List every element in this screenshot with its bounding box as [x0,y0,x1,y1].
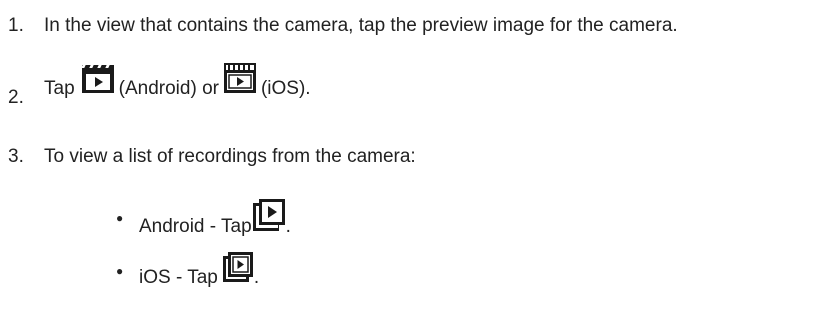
step-number: 1. [8,15,24,36]
recordings-list-android-icon [252,198,286,239]
bullet-content: iOS - Tap . [139,251,259,290]
step-number: 3. [8,146,24,167]
clapperboard-android-icon [80,60,115,101]
bullet-suffix: . [285,216,291,237]
step-number: 2. [8,87,24,108]
clapperboard-ios-icon [223,60,257,101]
step-prefix: Tap [44,78,75,99]
android-label: (Android) or [118,78,219,99]
bullet-text: iOS - Tap [139,267,218,288]
recordings-list-ios-icon [222,251,254,290]
bullet-content: Android - Tap . [139,198,291,239]
step-text: To view a list of recordings from the ca… [44,146,416,167]
bullet-text: Android - Tap [139,216,252,237]
bullet-dot: ● [116,211,124,225]
bullet-dot: ● [116,264,124,278]
bullet-suffix: . [253,267,260,288]
step-text: In the view that contains the camera, ta… [44,15,678,36]
ios-label: (iOS). [260,78,311,99]
step-content: Tap (Android) or (iOS). [44,60,311,101]
